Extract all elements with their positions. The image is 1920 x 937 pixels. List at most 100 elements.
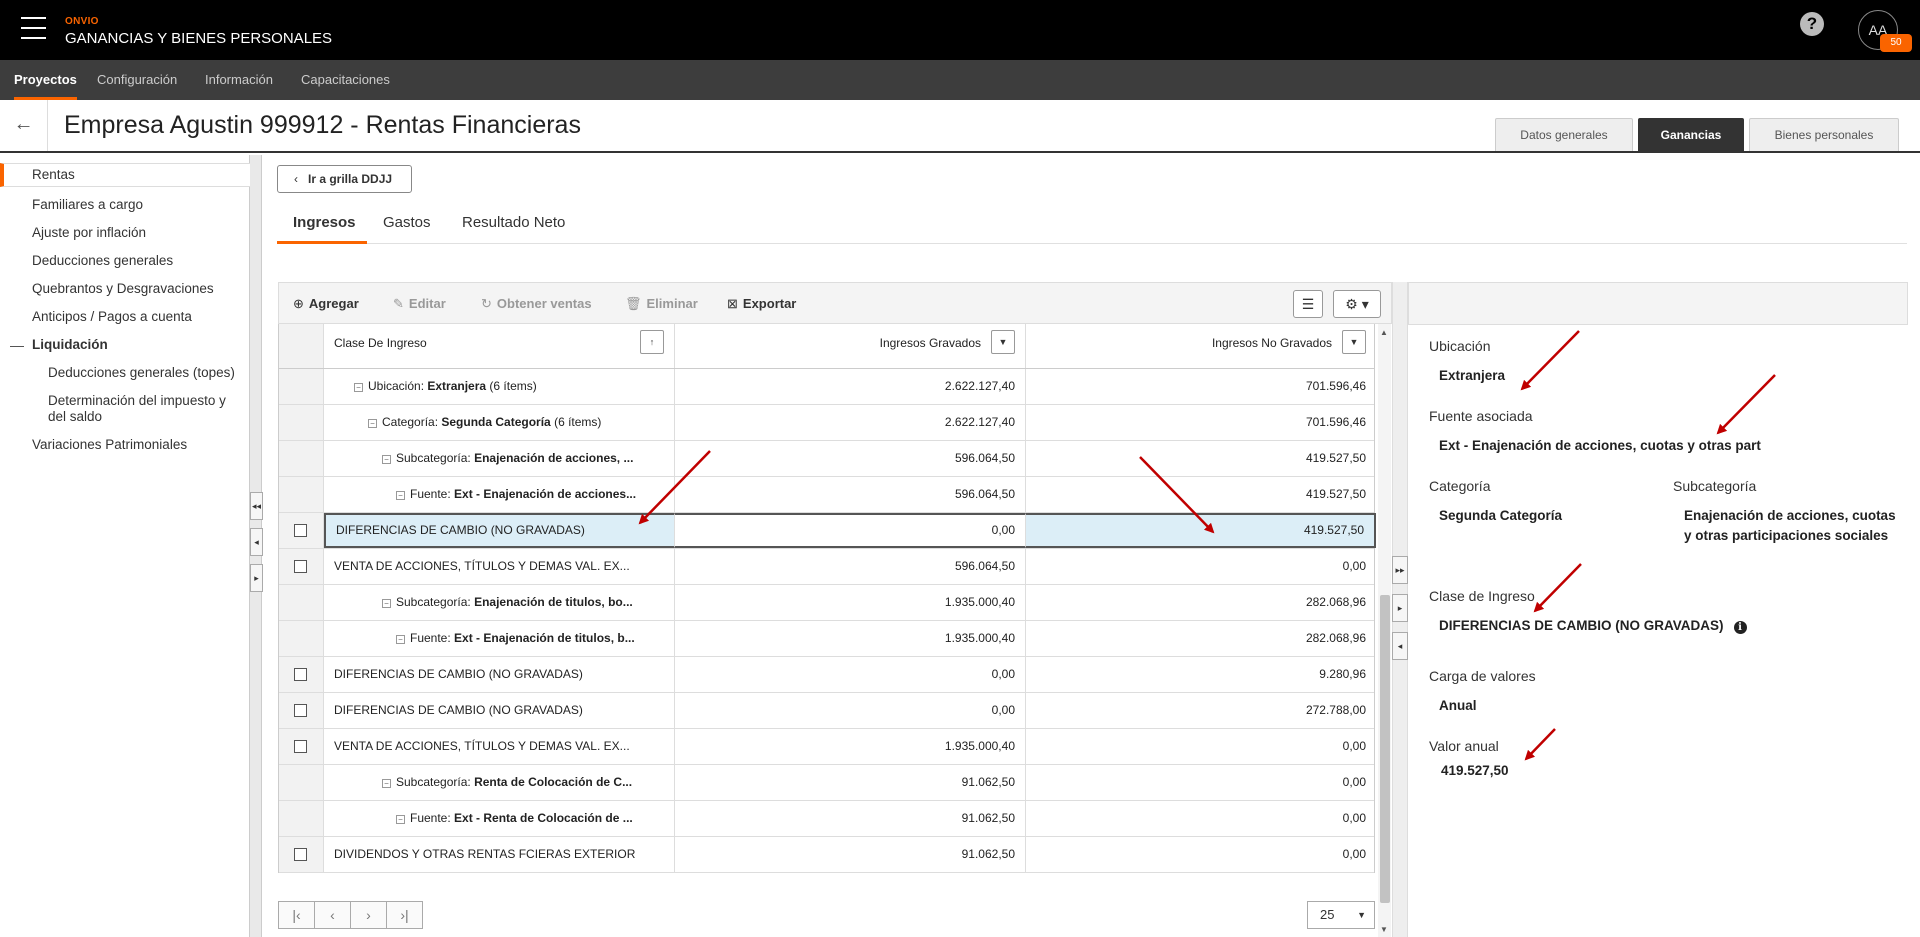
tab-bienes-personales[interactable]: Bienes personales xyxy=(1749,118,1899,151)
tab-ganancias[interactable]: Ganancias xyxy=(1638,118,1744,151)
first-page-icon[interactable]: |‹ xyxy=(278,901,315,929)
ingresos-gravados-cell: 596.064,50 xyxy=(675,441,1026,476)
group-row[interactable]: − Fuente: Ext - Enajenación de acciones..… xyxy=(279,477,1374,513)
clase-ingreso-cell: − Fuente: Ext - Renta de Colocación de ..… xyxy=(324,801,675,836)
group-row[interactable]: − Subcategoría: Enajenación de acciones, … xyxy=(279,441,1374,477)
main-nav: Proyectos Configuración Información Capa… xyxy=(0,60,1920,100)
collapse-group-icon[interactable]: − xyxy=(354,383,363,392)
sidebar-item-variaciones[interactable]: Variaciones Patrimoniales xyxy=(32,437,187,452)
header-clase-ingreso[interactable]: Clase De Ingreso ↑ xyxy=(324,324,675,368)
tab-resultado-neto[interactable]: Resultado Neto xyxy=(462,214,565,231)
tab-gastos[interactable]: Gastos xyxy=(383,214,431,231)
collapse-group-icon[interactable]: − xyxy=(396,491,405,500)
expand-right-icon[interactable]: ▸ xyxy=(250,564,263,592)
collapse-group-icon[interactable]: − xyxy=(396,815,405,824)
collapse-left-icon[interactable]: ◂ xyxy=(1392,632,1408,660)
sort-icon[interactable]: ↑ xyxy=(640,330,664,354)
tab-ingresos[interactable]: Ingresos xyxy=(293,214,356,231)
table-row[interactable]: DIFERENCIAS DE CAMBIO (NO GRAVADAS) 0,00 4… xyxy=(279,513,1376,549)
sidebar-item-familiares[interactable]: Familiares a cargo xyxy=(32,197,143,212)
table-row[interactable]: DIVIDENDOS Y OTRAS RENTAS FCIERAS EXTERI… xyxy=(279,837,1374,873)
row-select-cell[interactable] xyxy=(279,729,324,764)
expand-right-icon[interactable]: ▸ xyxy=(1392,594,1408,622)
info-icon[interactable]: i xyxy=(1733,621,1747,634)
ingresos-gravados-cell: 0,00 xyxy=(675,657,1026,692)
next-page-icon[interactable]: › xyxy=(350,901,387,929)
row-checkbox[interactable] xyxy=(294,524,307,537)
tab-datos-generales[interactable]: Datos generales xyxy=(1495,118,1633,151)
collapse-group-icon[interactable]: − xyxy=(382,455,391,464)
table-row[interactable]: DIFERENCIAS DE CAMBIO (NO GRAVADAS) 0,00 2… xyxy=(279,693,1374,729)
sidebar-item-determinacion[interactable]: Determinación del impuesto y del saldo xyxy=(48,393,243,425)
scrollbar-thumb[interactable] xyxy=(1380,595,1390,903)
help-icon[interactable]: ? xyxy=(1800,12,1824,36)
sidebar-item-quebrantos[interactable]: Quebrantos y Desgravaciones xyxy=(32,281,214,296)
column-chooser-icon[interactable]: ☰ xyxy=(1293,290,1323,318)
header-ingresos-gravados[interactable]: Ingresos Gravados ▼ xyxy=(675,324,1026,368)
sidebar-group-liquidacion[interactable]: Liquidación xyxy=(32,337,108,352)
ingresos-no-gravados-cell: 0,00 xyxy=(1342,847,1366,861)
add-button[interactable]: ⊕ Agregar xyxy=(293,296,359,312)
group-row[interactable]: − Ubicación: Extranjera (6 ítems) 2.622.12… xyxy=(279,369,1374,405)
delete-button[interactable]: 🗑 Eliminar xyxy=(625,296,698,312)
app-title: GANANCIAS Y BIENES PERSONALES xyxy=(65,30,333,47)
expand-all-icon[interactable]: ▸▸ xyxy=(1392,556,1408,584)
collapse-all-icon[interactable]: ◂◂ xyxy=(250,492,263,520)
row-checkbox[interactable] xyxy=(294,704,307,717)
collapse-left-icon[interactable]: ◂ xyxy=(250,528,263,556)
sidebar-item-rentas[interactable]: Rentas xyxy=(0,163,250,187)
page-size-select[interactable]: 25 ▼ xyxy=(1307,901,1375,929)
group-row[interactable]: − Subcategoría: Renta de Colocación de C.… xyxy=(279,765,1374,801)
export-button[interactable]: ⊠ Exportar xyxy=(727,296,796,312)
back-arrow-icon[interactable]: ← xyxy=(0,100,48,151)
sidebar-item-deducciones-topes[interactable]: Deducciones generales (topes) xyxy=(48,365,235,380)
table-row[interactable]: VENTA DE ACCIONES, TÍTULOS Y DEMAS VAL. … xyxy=(279,549,1374,585)
notification-badge[interactable]: 50 xyxy=(1880,34,1912,52)
row-select-cell[interactable] xyxy=(279,513,324,548)
ingresos-no-gravados-cell: 0,00 xyxy=(1342,739,1366,753)
collapse-group-icon[interactable]: − xyxy=(382,599,391,608)
ingresos-gravados-cell: 1.935.000,40 xyxy=(675,729,1026,764)
filter-dropdown-icon[interactable]: ▼ xyxy=(1342,330,1366,354)
sidebar-item-deducciones-generales[interactable]: Deducciones generales xyxy=(32,253,173,268)
collapse-group-icon[interactable]: − xyxy=(396,635,405,644)
nav-item-configuracion[interactable]: Configuración xyxy=(97,60,177,100)
nav-item-proyectos[interactable]: Proyectos xyxy=(14,60,77,100)
collapse-group-icon[interactable]: − xyxy=(382,779,391,788)
table-row[interactable]: VENTA DE ACCIONES, TÍTULOS Y DEMAS VAL. … xyxy=(279,729,1374,765)
filter-dropdown-icon[interactable]: ▼ xyxy=(991,330,1015,354)
last-page-icon[interactable]: ›| xyxy=(386,901,423,929)
table-row[interactable]: DIFERENCIAS DE CAMBIO (NO GRAVADAS) 0,00 9… xyxy=(279,657,1374,693)
ingresos-no-gravados-cell: 9.280,96 xyxy=(1319,667,1366,681)
get-sales-button[interactable]: ↻ Obtener ventas xyxy=(481,296,592,312)
collapse-dash-icon[interactable] xyxy=(10,346,24,347)
row-checkbox[interactable] xyxy=(294,560,307,573)
clase-ingreso-cell: − Fuente: Ext - Enajenación de acciones..… xyxy=(324,477,675,512)
sidebar-item-anticipos[interactable]: Anticipos / Pagos a cuenta xyxy=(32,309,192,324)
row-checkbox[interactable] xyxy=(294,668,307,681)
group-row[interactable]: − Fuente: Ext - Renta de Colocación de ..… xyxy=(279,801,1374,837)
prev-page-icon[interactable]: ‹ xyxy=(314,901,351,929)
group-row[interactable]: − Categoría: Segunda Categoría (6 ítems) 2… xyxy=(279,405,1374,441)
row-select-cell[interactable] xyxy=(279,657,324,692)
collapse-group-icon[interactable]: − xyxy=(368,419,377,428)
row-select-cell[interactable] xyxy=(279,549,324,584)
group-row[interactable]: − Subcategoría: Enajenación de titulos, b… xyxy=(279,585,1374,621)
sidebar-item-ajuste-inflacion[interactable]: Ajuste por inflación xyxy=(32,225,146,240)
header-ingresos-no-gravados[interactable]: Ingresos No Gravados ▼ xyxy=(1026,324,1376,368)
row-checkbox[interactable] xyxy=(294,740,307,753)
settings-gear-icon[interactable]: ⚙ ▾ xyxy=(1333,290,1381,318)
back-to-grid-button[interactable]: ‹ Ir a grilla DDJJ xyxy=(277,165,412,193)
row-checkbox[interactable] xyxy=(294,848,307,861)
ingresos-gravados-cell: 91.062,50 xyxy=(675,801,1026,836)
scroll-up-icon[interactable]: ▲ xyxy=(1380,328,1388,337)
scroll-down-icon[interactable]: ▼ xyxy=(1380,925,1388,934)
hamburger-menu-icon[interactable] xyxy=(21,17,46,41)
nav-item-informacion[interactable]: Información xyxy=(205,60,273,100)
edit-button[interactable]: ✎ Editar xyxy=(393,296,446,312)
brand-logo: ONVIO xyxy=(65,16,99,27)
group-row[interactable]: − Fuente: Ext - Enajenación de titulos, b… xyxy=(279,621,1374,657)
row-select-cell[interactable] xyxy=(279,837,324,872)
row-select-cell[interactable] xyxy=(279,693,324,728)
nav-item-capacitaciones[interactable]: Capacitaciones xyxy=(301,60,390,100)
